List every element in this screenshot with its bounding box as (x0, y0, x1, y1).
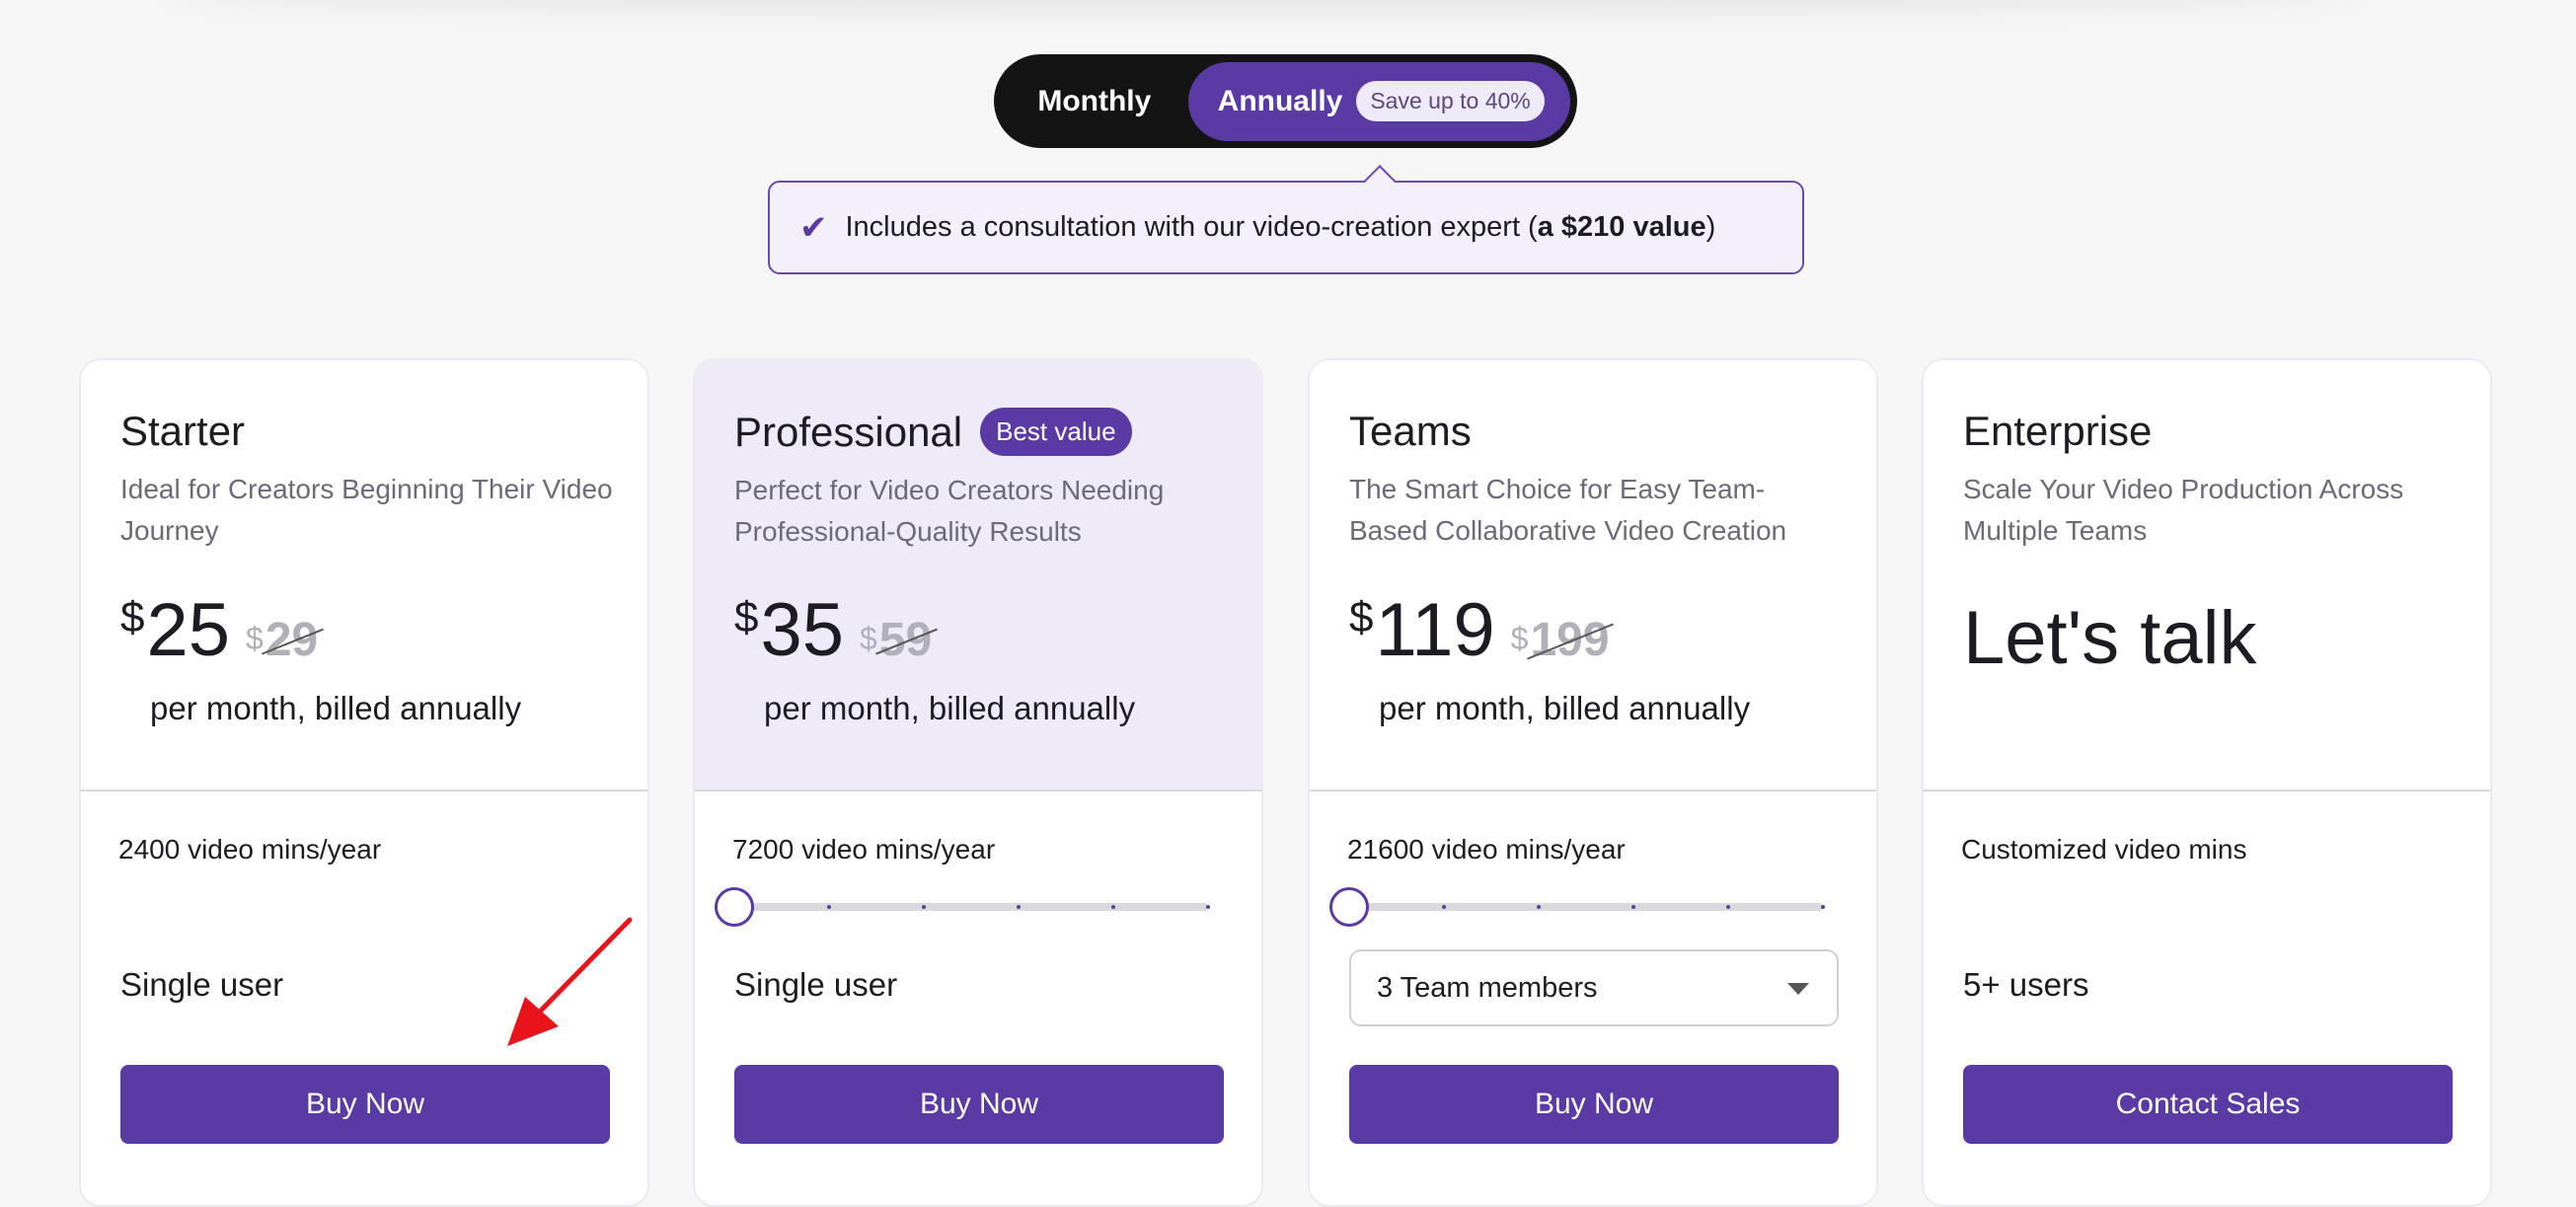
team-members-select-value: 3 Team members (1377, 971, 1598, 1004)
price-row: $ 119 $ 199 (1349, 587, 1610, 673)
plan-description: The Smart Choice for Easy Team-Based Col… (1349, 474, 1787, 546)
slider-step (1206, 905, 1210, 909)
save-badge: Save up to 40% (1356, 81, 1545, 121)
plan-header: Enterprise Scale Your Video Production A… (1924, 360, 2490, 792)
slider-handle[interactable] (715, 887, 754, 927)
slider-step (1111, 905, 1115, 909)
old-price: 29 (265, 614, 319, 666)
billing-option-annually[interactable]: Annually Save up to 40% (1187, 61, 1570, 141)
plan-description: Scale Your Video Production Across Multi… (1963, 474, 2404, 546)
old-currency-symbol: $ (860, 621, 877, 656)
video-minutes: 21600 video mins/year (1347, 834, 1626, 865)
consultation-callout: ✔ Includes a consultation with our video… (768, 181, 1804, 274)
plan-description: Perfect for Video Creators Needing Profe… (734, 475, 1165, 547)
chevron-down-icon (1787, 983, 1809, 995)
price-row: $ 35 $ 59 (734, 587, 932, 673)
billing-note: per month, billed annually (764, 690, 1136, 726)
contact-sales-button[interactable]: Contact Sales (1963, 1065, 2453, 1144)
old-price: 199 (1530, 614, 1610, 666)
slider-step (827, 905, 831, 909)
slider-handle[interactable] (1329, 887, 1369, 927)
price-amount: 25 (146, 588, 231, 672)
old-currency-symbol: $ (1510, 621, 1529, 656)
billing-option-annually-label: Annually (1217, 84, 1343, 117)
old-currency-symbol: $ (246, 621, 264, 656)
buy-now-button[interactable]: Buy Now (1349, 1065, 1839, 1144)
slider-step (1537, 905, 1541, 909)
plan-name: Teams (1349, 408, 1472, 454)
buy-now-button[interactable]: Buy Now (120, 1065, 610, 1144)
team-members-select[interactable]: 3 Team members (1349, 949, 1839, 1026)
price-row: $ 25 $ 29 (120, 587, 318, 673)
slider-track[interactable] (734, 903, 1208, 911)
plan-name: Professional (734, 408, 963, 455)
callout-text: Includes a consultation with our video-c… (845, 211, 1716, 243)
price-amount: 119 (1375, 588, 1495, 672)
slider-step (1631, 905, 1635, 909)
buy-now-button[interactable]: Buy Now (734, 1065, 1224, 1144)
plan-description: Ideal for Creators Beginning Their Video… (120, 474, 613, 546)
slider-step (1726, 905, 1730, 909)
minutes-slider[interactable] (715, 887, 1210, 927)
users-count: 5+ users (1963, 966, 2089, 1003)
plan-name: Enterprise (1963, 408, 2153, 454)
users-count: Single user (120, 966, 284, 1003)
currency-symbol: $ (1349, 593, 1374, 641)
video-minutes: Customized video mins (1961, 834, 2247, 865)
currency-symbol: $ (120, 593, 145, 641)
price-amount: 35 (760, 588, 845, 672)
old-price: 59 (878, 614, 933, 666)
slider-step (1821, 905, 1825, 909)
billing-toggle[interactable]: Monthly Annually Save up to 40% (994, 54, 1577, 148)
currency-symbol: $ (734, 593, 759, 641)
slider-step (922, 905, 926, 909)
billing-note: per month, billed annually (150, 690, 522, 726)
plan-card-starter: Starter Ideal for Creators Beginning The… (79, 358, 649, 1207)
users-count: Single user (734, 966, 898, 1003)
price-lets-talk: Let's talk (1963, 596, 2257, 680)
video-minutes: 7200 video mins/year (732, 834, 996, 865)
plan-card-professional: Professional Best value Perfect for Vide… (693, 358, 1263, 1207)
plan-name: Starter (120, 408, 246, 454)
minutes-slider[interactable] (1329, 887, 1825, 927)
check-icon: ✔ (799, 208, 828, 247)
video-minutes: 2400 video mins/year (118, 834, 382, 865)
slider-step (1017, 905, 1021, 909)
billing-note: per month, billed annually (1379, 690, 1751, 726)
slider-track[interactable] (1349, 903, 1823, 911)
billing-option-monthly[interactable]: Monthly (1001, 62, 1188, 141)
best-value-badge: Best value (980, 408, 1132, 456)
plan-card-teams: Teams The Smart Choice for Easy Team-Bas… (1308, 358, 1878, 1207)
slider-step (1442, 905, 1446, 909)
plan-card-enterprise: Enterprise Scale Your Video Production A… (1922, 358, 2492, 1207)
